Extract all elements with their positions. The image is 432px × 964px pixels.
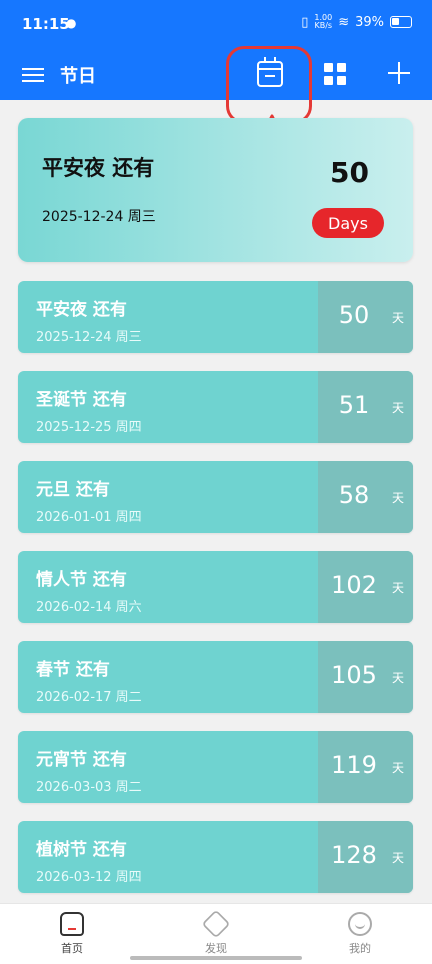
days-badge: Days (312, 208, 384, 238)
event-date: 2026-03-12 周四 (36, 870, 142, 885)
app-bar: 节日 (0, 50, 432, 100)
days-unit: 天 (392, 851, 405, 865)
list-item[interactable]: 圣诞节 还有 2025-12-25 周四 51 天 (18, 371, 413, 443)
vibrate-icon: ▯ (301, 14, 309, 30)
event-date: 2026-01-01 周四 (36, 510, 142, 525)
list-item[interactable]: 元旦 还有 2026-01-01 周四 58 天 (18, 461, 413, 533)
days-count: 50 (338, 301, 370, 329)
days-box: 51 天 (318, 371, 413, 443)
days-box: 105 天 (318, 641, 413, 713)
event-date: 2025-12-25 周四 (36, 420, 142, 435)
status-time: 11:15 (22, 15, 70, 33)
days-box: 128 天 (318, 821, 413, 893)
tab-home[interactable]: 首页 (32, 912, 112, 956)
wifi-icon: ≋ (338, 14, 350, 30)
event-date: 2026-03-03 周二 (36, 780, 142, 795)
days-unit: 天 (392, 671, 405, 685)
days-count: 105 (331, 661, 377, 689)
annotation-highlight-box (226, 46, 312, 124)
days-count: 119 (331, 751, 377, 779)
days-box: 58 天 (318, 461, 413, 533)
event-name: 情人节 还有 (36, 570, 127, 590)
days-unit: 天 (392, 761, 405, 775)
event-date: 2025-12-24 周三 (36, 330, 142, 345)
tab-me[interactable]: 我的 (320, 912, 400, 956)
add-icon[interactable] (388, 62, 410, 84)
featured-event-date: 2025-12-24 周三 (42, 209, 156, 225)
featured-days-count: 50 (330, 156, 369, 189)
days-box: 119 天 (318, 731, 413, 803)
status-bar: 11:15 ● ▯ 1.00 KB/s ≋ 39% (0, 0, 432, 50)
tab-discover[interactable]: 发现 (176, 909, 256, 956)
list-item[interactable]: 植树节 还有 2026-03-12 周四 128 天 (18, 821, 413, 893)
cube-icon (201, 909, 231, 939)
page-title: 节日 (60, 66, 96, 87)
list-item[interactable]: 春节 还有 2026-02-17 周二 105 天 (18, 641, 413, 713)
event-name: 植树节 还有 (36, 840, 127, 860)
grid-view-icon[interactable] (324, 63, 346, 85)
tab-home-label: 首页 (61, 942, 83, 955)
home-indicator (130, 956, 302, 960)
event-date: 2026-02-14 周六 (36, 600, 142, 615)
battery-percent: 39% (355, 14, 384, 30)
days-box: 102 天 (318, 551, 413, 623)
smile-icon (348, 912, 372, 936)
chat-notification-icon: ● (66, 16, 77, 30)
network-speed: 1.00 KB/s (314, 14, 332, 30)
days-unit: 天 (392, 581, 405, 595)
home-icon (60, 912, 84, 936)
featured-event-name: 平安夜 还有 (42, 156, 155, 180)
days-box: 50 天 (318, 281, 413, 353)
event-name: 春节 还有 (36, 660, 110, 680)
event-name: 元旦 还有 (36, 480, 110, 500)
days-count: 51 (338, 391, 370, 419)
tab-me-label: 我的 (349, 942, 371, 955)
days-count: 128 (331, 841, 377, 869)
event-name: 圣诞节 还有 (36, 390, 127, 410)
list-item[interactable]: 元宵节 还有 2026-03-03 周二 119 天 (18, 731, 413, 803)
network-speed-unit: KB/s (314, 21, 333, 30)
days-unit: 天 (392, 401, 405, 415)
list-item[interactable]: 情人节 还有 2026-02-14 周六 102 天 (18, 551, 413, 623)
featured-countdown-card[interactable]: 平安夜 还有 2025-12-24 周三 50 Days (18, 118, 413, 262)
days-count: 102 (331, 571, 377, 599)
days-unit: 天 (392, 311, 405, 325)
menu-icon[interactable] (22, 64, 44, 84)
days-count: 58 (338, 481, 370, 509)
bottom-nav: 首页 发现 我的 (0, 903, 432, 964)
status-icons: ▯ 1.00 KB/s ≋ 39% (301, 14, 412, 30)
event-date: 2026-02-17 周二 (36, 690, 142, 705)
event-name: 平安夜 还有 (36, 300, 127, 320)
event-name: 元宵节 还有 (36, 750, 127, 770)
days-unit: 天 (392, 491, 405, 505)
list-item[interactable]: 平安夜 还有 2025-12-24 周三 50 天 (18, 281, 413, 353)
battery-icon (390, 16, 412, 28)
tab-discover-label: 发现 (205, 942, 227, 955)
